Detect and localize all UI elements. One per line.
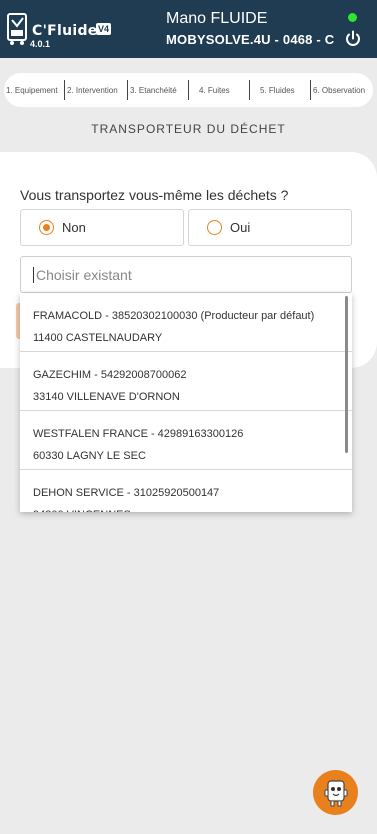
option-title: GAZECHIM - 54292008700062	[33, 369, 187, 381]
dropdown-scrollbar[interactable]	[345, 296, 348, 453]
radio-yes-label: Oui	[230, 220, 251, 235]
power-icon[interactable]	[344, 30, 362, 48]
option-address: 60330 LAGNY LE SEC	[33, 450, 146, 462]
radio-checked-icon[interactable]	[39, 220, 54, 235]
radio-no-option[interactable]: Non	[20, 209, 184, 246]
radio-yes-option[interactable]: Oui	[188, 209, 352, 246]
step-tabs: 1. Equipement 2. Intervention 3. Etanché…	[4, 73, 373, 107]
option-address: 94300 VINCENNES	[33, 504, 352, 512]
tab-observation[interactable]: 6. Observation	[311, 80, 373, 100]
option-title: WESTFALEN FRANCE - 42989163300126	[33, 428, 244, 440]
mascot-icon	[324, 779, 347, 806]
text-caret	[33, 266, 34, 283]
option-title: DEHON SERVICE - 31025920500147	[33, 487, 220, 499]
app-version: 4.0.1	[30, 39, 51, 49]
tab-fluides[interactable]: 5. Fluides	[250, 80, 311, 100]
transport-question: Vous transportez vous-même les déchets ?	[20, 187, 289, 203]
tab-equipement[interactable]: 1. Equipement	[4, 80, 65, 100]
user-name: Mano FLUIDE	[166, 10, 268, 27]
tab-intervention[interactable]: 2. Intervention	[65, 80, 128, 100]
online-status-indicator	[348, 13, 357, 22]
company-name[interactable]: MOBYSOLVE.4U - 0468 - C...	[166, 32, 334, 47]
option-address: 11400 CASTELNAUDARY	[33, 332, 163, 344]
tab-etancheite[interactable]: 3. Etanchéité	[128, 80, 189, 100]
list-item[interactable]: DEHON SERVICE - 31025920500147 94300 VIN…	[20, 470, 352, 512]
option-address: 33140 VILLENAVE D'ORNON	[33, 391, 180, 403]
carrier-search-input[interactable]: Choisir existant	[20, 256, 352, 293]
version-badge: V4	[96, 23, 112, 35]
list-item[interactable]: WESTFALEN FRANCE - 42989163300126 60330 …	[20, 411, 352, 470]
search-placeholder: Choisir existant	[36, 266, 132, 283]
radio-unchecked-icon[interactable]	[207, 220, 222, 235]
radio-no-label: Non	[62, 220, 86, 235]
list-item[interactable]: FRAMACOLD - 38520302100030 (Producteur p…	[20, 293, 352, 352]
section-title: TRANSPORTEUR DU DÉCHET	[91, 122, 286, 136]
tab-fuites[interactable]: 4. Fuites	[189, 80, 250, 100]
list-item[interactable]: GAZECHIM - 54292008700062 33140 VILLENAV…	[20, 352, 352, 411]
help-fab-button[interactable]	[313, 770, 358, 815]
logo-icon	[7, 13, 27, 45]
app-name: C'Fluide	[32, 23, 98, 39]
option-title: FRAMACOLD - 38520302100030 (Producteur p…	[33, 310, 315, 322]
carrier-dropdown-list[interactable]: FRAMACOLD - 38520302100030 (Producteur p…	[20, 293, 352, 512]
app-logo: C'Fluide V4 4.0.1	[6, 9, 116, 51]
app-header: C'Fluide V4 4.0.1 Mano FLUIDE MOBYSOLVE.…	[0, 0, 377, 58]
